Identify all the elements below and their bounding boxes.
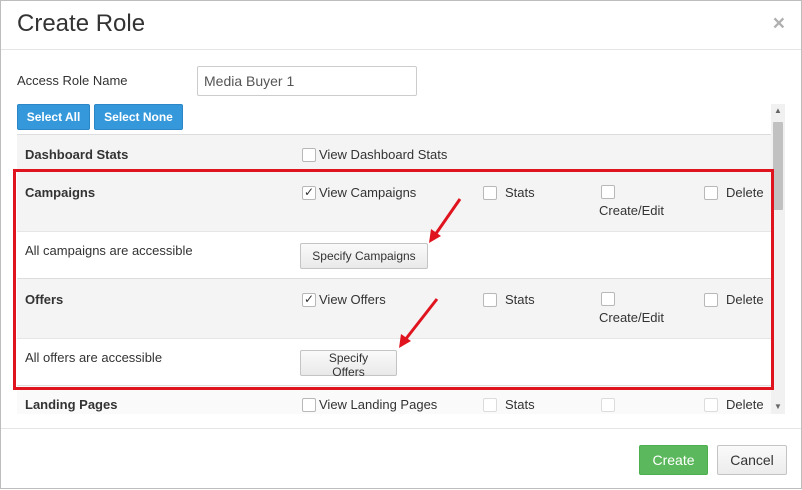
permission-row-dashboard: Dashboard Stats View Dashboard Stats (17, 134, 771, 171)
scroll-down-arrow-icon[interactable]: ▼ (771, 400, 785, 414)
landing-pages-stats-label: Stats (505, 397, 535, 412)
offers-delete-label: Delete (726, 292, 764, 307)
view-dashboard-stats-checkbox[interactable] (302, 148, 316, 162)
dashboard-stats-title: Dashboard Stats (25, 147, 129, 162)
permissions-scrollbar[interactable]: ▲ ▼ (771, 104, 785, 414)
specify-offers-button[interactable]: Specify Offers (300, 350, 397, 379)
campaigns-create-edit-checkbox[interactable] (601, 185, 615, 199)
access-role-name-input[interactable] (197, 66, 417, 96)
select-all-button[interactable]: Select All (17, 104, 90, 130)
landing-pages-stats-checkbox-group[interactable]: Stats (483, 397, 535, 412)
view-dashboard-stats-label: View Dashboard Stats (319, 147, 448, 162)
landing-pages-title: Landing Pages (25, 397, 118, 412)
offers-stats-checkbox-group[interactable]: Stats (483, 292, 535, 307)
create-button[interactable]: Create (639, 445, 708, 475)
campaigns-stats-checkbox-group[interactable]: Stats (483, 185, 535, 200)
permission-row-landing-pages: Landing Pages View Landing Pages Stats D… (17, 385, 771, 414)
landing-pages-delete-label: Delete (726, 397, 764, 412)
campaigns-access-row: All campaigns are accessible Specify Cam… (17, 231, 771, 278)
view-landing-pages-checkbox[interactable] (302, 398, 316, 412)
view-offers-checkbox-group[interactable]: View Offers (302, 292, 386, 307)
campaigns-title: Campaigns (25, 185, 96, 200)
campaigns-create-edit-label: Create/Edit (599, 203, 665, 218)
offers-stats-label: Stats (505, 292, 535, 307)
view-offers-label: View Offers (319, 292, 386, 307)
campaigns-stats-label: Stats (505, 185, 535, 200)
modal-title: Create Role (17, 10, 146, 37)
campaigns-delete-label: Delete (726, 185, 764, 200)
permission-row-offers: Offers View Offers Stats Create/Edit Del… (17, 278, 771, 338)
offers-create-edit-checkbox[interactable] (601, 292, 615, 306)
offers-create-edit-label: Create/Edit (599, 310, 665, 325)
view-dashboard-stats-checkbox-group[interactable]: View Dashboard Stats (302, 147, 447, 162)
landing-pages-stats-checkbox[interactable] (483, 398, 497, 412)
close-icon[interactable]: × (773, 13, 785, 34)
view-offers-checkbox[interactable] (302, 292, 316, 307)
offers-stats-checkbox[interactable] (483, 293, 497, 307)
landing-pages-create-edit-checkbox[interactable] (601, 398, 615, 412)
permissions-list: Dashboard Stats View Dashboard Stats Cam… (17, 134, 771, 414)
campaigns-create-edit-checkbox-group[interactable]: Create/Edit (599, 185, 664, 218)
offers-title: Offers (25, 292, 64, 307)
landing-pages-delete-checkbox[interactable] (704, 398, 718, 412)
view-landing-pages-checkbox-group[interactable]: View Landing Pages (302, 397, 437, 412)
select-none-button[interactable]: Select None (94, 104, 183, 130)
permission-row-campaigns: Campaigns View Campaigns Stats Create/Ed… (17, 171, 771, 231)
landing-pages-delete-checkbox-group[interactable]: Delete (704, 397, 764, 412)
cancel-button[interactable]: Cancel (717, 445, 787, 475)
scroll-up-arrow-icon[interactable]: ▲ (771, 104, 785, 118)
campaigns-delete-checkbox[interactable] (704, 186, 718, 200)
offers-create-edit-checkbox-group[interactable]: Create/Edit (599, 292, 664, 325)
view-landing-pages-label: View Landing Pages (319, 397, 438, 412)
view-campaigns-label: View Campaigns (319, 185, 417, 200)
view-campaigns-checkbox-group[interactable]: View Campaigns (302, 185, 416, 200)
offers-delete-checkbox-group[interactable]: Delete (704, 292, 764, 307)
landing-pages-create-edit-checkbox-group[interactable] (601, 397, 618, 412)
scroll-thumb[interactable] (773, 122, 783, 210)
offers-delete-checkbox[interactable] (704, 293, 718, 307)
campaigns-access-text: All campaigns are accessible (25, 243, 193, 258)
modal-header: Create Role × (1, 1, 801, 50)
campaigns-delete-checkbox-group[interactable]: Delete (704, 185, 764, 200)
specify-campaigns-button[interactable]: Specify Campaigns (300, 243, 428, 269)
offers-access-text: All offers are accessible (25, 350, 163, 365)
modal-footer: Create Cancel (1, 428, 801, 489)
campaigns-stats-checkbox[interactable] (483, 186, 497, 200)
offers-access-row: All offers are accessible Specify Offers (17, 338, 771, 385)
view-campaigns-checkbox[interactable] (302, 185, 316, 200)
access-role-name-label: Access Role Name (17, 73, 128, 88)
create-role-modal: Create Role × Access Role Name Select Al… (0, 0, 802, 489)
